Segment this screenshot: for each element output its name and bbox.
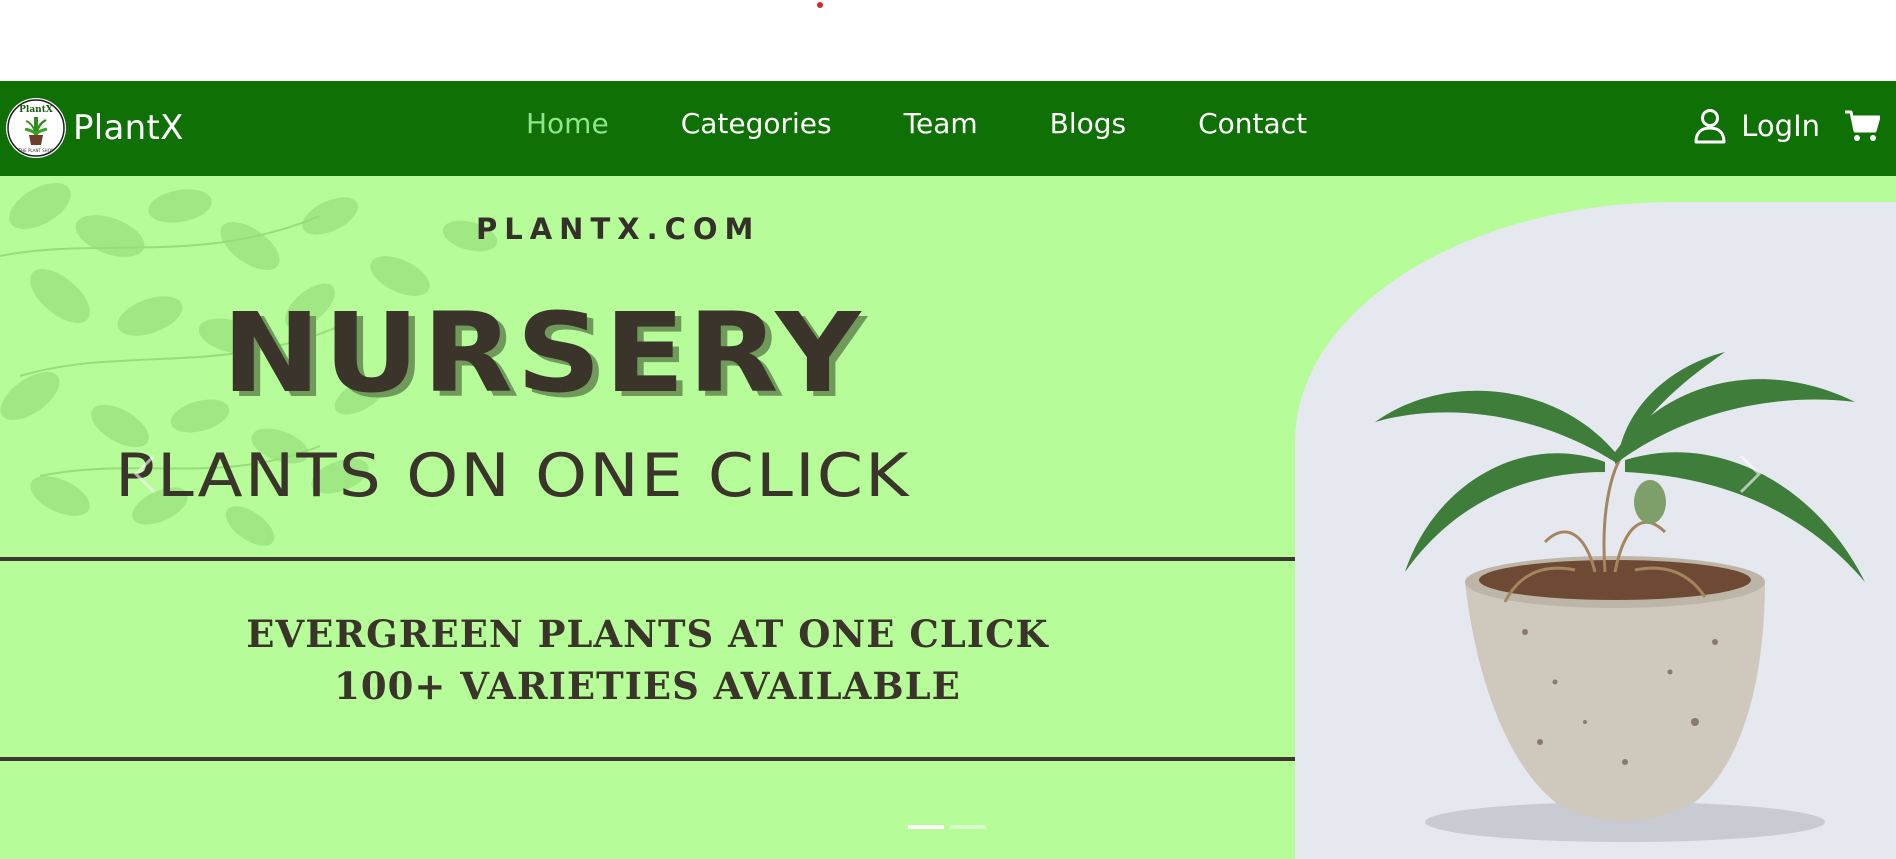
logo-subtext: THE PLANT SHOP — [18, 148, 54, 153]
carousel-prev-icon[interactable] — [130, 452, 160, 496]
nav-contact[interactable]: Contact — [1198, 107, 1307, 140]
cart-icon[interactable] — [1844, 109, 1880, 143]
carousel-indicator-2[interactable] — [950, 825, 986, 829]
hero-title: NURSERY — [222, 289, 864, 417]
user-icon[interactable] — [1693, 108, 1727, 144]
hero-subtitle: PLANTS ON ONE CLICK — [115, 441, 911, 511]
hero-tagline-2: 100+ VARIETIES AVAILABLE — [334, 664, 961, 708]
top-whitespace — [0, 0, 1896, 81]
login-link[interactable]: LogIn — [1741, 109, 1820, 143]
divider-bottom — [0, 757, 1295, 761]
carousel-indicators — [908, 825, 986, 829]
hero-tagline-1: EVERGREEN PLANTS AT ONE CLICK — [246, 612, 1049, 656]
carousel-next-icon[interactable] — [1735, 452, 1765, 496]
nav-home[interactable]: Home — [526, 107, 609, 140]
potted-plant-illustration — [1375, 352, 1865, 842]
brand-link[interactable]: PlantX THE PLANT SHOP PlantX — [6, 98, 184, 158]
brand-name: PlantX — [73, 108, 184, 148]
hero-site-name: PLANTX.COM — [476, 212, 761, 246]
carousel-indicator-1[interactable] — [908, 825, 944, 829]
logo-text: PlantX — [19, 105, 53, 115]
divider-top — [0, 557, 1295, 561]
plant-logo-icon: PlantX THE PLANT SHOP — [6, 98, 66, 158]
nav-actions: LogIn — [1693, 108, 1880, 144]
nav-links: Home Categories Team Blogs Contact — [526, 107, 1307, 140]
red-dot — [817, 2, 823, 8]
hero-plant-image — [1295, 202, 1896, 859]
hero-carousel: PLANTX.COM NURSERY PLANTS ON ONE CLICK E… — [0, 176, 1896, 859]
nav-team[interactable]: Team — [904, 107, 978, 140]
nav-blogs[interactable]: Blogs — [1050, 107, 1126, 140]
navbar: PlantX THE PLANT SHOP PlantX Home Catego… — [0, 81, 1896, 176]
nav-categories[interactable]: Categories — [681, 107, 832, 140]
